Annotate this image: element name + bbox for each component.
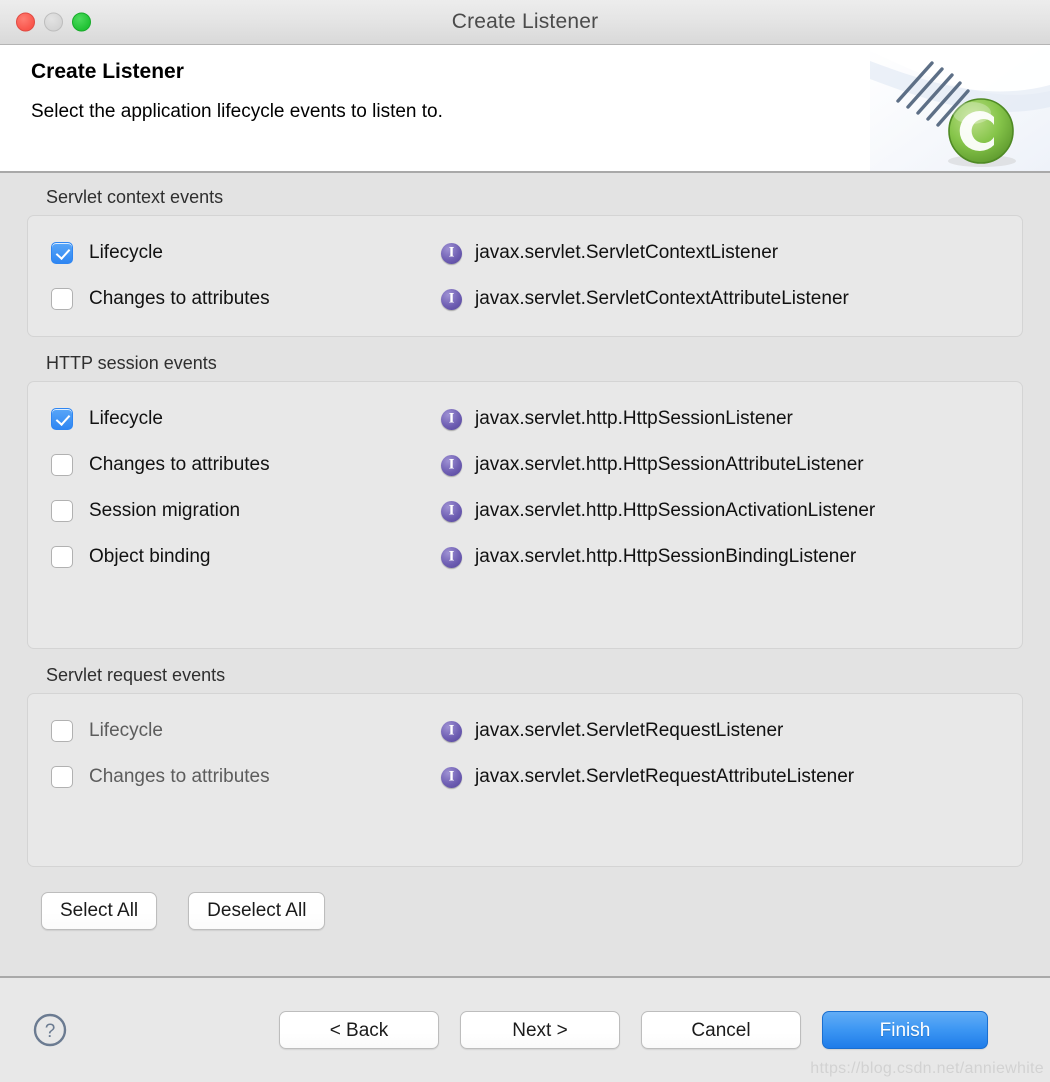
option-row[interactable]: Session migration javax.servlet.http.Htt… <box>28 488 1022 534</box>
interface-name: javax.servlet.ServletRequestListener <box>475 720 784 741</box>
group-label: Servlet context events <box>46 187 224 207</box>
option-row[interactable]: Changes to attributes javax.servlet.http… <box>28 442 1022 488</box>
interface-name: javax.servlet.http.HttpSessionListener <box>475 408 793 429</box>
window-controls <box>16 12 91 32</box>
next-button[interactable]: Next > <box>460 1011 620 1049</box>
interface-icon <box>441 288 462 310</box>
option-row[interactable]: Changes to attributes javax.servlet.Serv… <box>28 754 1022 800</box>
select-all-button[interactable]: Select All <box>41 892 158 930</box>
interface-icon <box>441 408 462 430</box>
group-panel: Lifecycle javax.servlet.ServletContextLi… <box>27 215 1023 337</box>
checkbox-lifecycle[interactable] <box>51 720 73 742</box>
checkbox-changes-to-attributes[interactable] <box>51 288 73 310</box>
help-question-icon[interactable]: ? <box>32 1012 68 1048</box>
green-c-sphere-banner-icon <box>870 45 1050 171</box>
window-title: Create Listener <box>451 10 599 33</box>
page-subtitle: Select the application lifecycle events … <box>31 101 443 122</box>
interface-icon <box>441 546 462 568</box>
interface-icon <box>441 766 462 788</box>
interface-name: javax.servlet.http.HttpSessionActivation… <box>475 500 876 521</box>
maximize-button[interactable] <box>72 12 91 32</box>
svg-text:?: ? <box>45 1021 56 1042</box>
option-label: Changes to attributes <box>89 288 270 309</box>
option-label: Lifecycle <box>89 720 163 741</box>
group-label: Servlet request events <box>46 665 226 685</box>
close-button[interactable] <box>16 12 35 32</box>
group-servlet-request-events: Servlet request events Lifecycle javax.s… <box>0 665 1050 867</box>
checkbox-lifecycle[interactable] <box>51 408 73 430</box>
checkbox-lifecycle[interactable] <box>51 242 73 264</box>
option-row[interactable]: Lifecycle javax.servlet.http.HttpSession… <box>28 396 1022 442</box>
option-label: Changes to attributes <box>89 766 270 787</box>
interface-name: javax.servlet.http.HttpSessionBindingLis… <box>475 546 857 567</box>
finish-button[interactable]: Finish <box>822 1011 988 1049</box>
option-label: Lifecycle <box>89 242 163 263</box>
group-panel: Lifecycle javax.servlet.ServletRequestLi… <box>27 693 1023 867</box>
interface-name: javax.servlet.ServletRequestAttributeLis… <box>475 766 855 787</box>
option-row[interactable]: Changes to attributes javax.servlet.Serv… <box>28 276 1022 322</box>
window-titlebar: Create Listener <box>0 0 1050 45</box>
wizard-footer: ? < Back Next > Cancel Finish https://bl… <box>0 976 1050 1082</box>
interface-icon <box>441 454 462 476</box>
interface-name: javax.servlet.ServletContextAttributeLis… <box>475 288 849 309</box>
option-label: Lifecycle <box>89 408 163 429</box>
option-row[interactable]: Object binding javax.servlet.http.HttpSe… <box>28 534 1022 580</box>
wizard-header: Create Listener Select the application l… <box>0 45 1050 173</box>
group-servlet-context-events: Servlet context events Lifecycle javax.s… <box>0 187 1050 337</box>
page-title: Create Listener <box>31 60 184 83</box>
footer-button-bar: < Back Next > Cancel Finish <box>279 1011 1028 1049</box>
checkbox-changes-to-attributes[interactable] <box>51 454 73 476</box>
minimize-button[interactable] <box>44 12 63 32</box>
back-button[interactable]: < Back <box>279 1011 439 1049</box>
group-http-session-events: HTTP session events Lifecycle javax.serv… <box>0 353 1050 649</box>
selection-button-bar: Select All Deselect All <box>0 867 1050 930</box>
option-row[interactable]: Lifecycle javax.servlet.ServletRequestLi… <box>28 708 1022 754</box>
group-label: HTTP session events <box>46 353 217 373</box>
interface-icon <box>441 242 462 264</box>
create-listener-dialog: Create Listener Create Listener Select t… <box>0 0 1050 1082</box>
interface-name: javax.servlet.ServletContextListener <box>475 242 779 263</box>
option-label: Object binding <box>89 546 211 567</box>
option-label: Session migration <box>89 500 241 521</box>
group-panel: Lifecycle javax.servlet.http.HttpSession… <box>27 381 1023 649</box>
cancel-button[interactable]: Cancel <box>641 1011 801 1049</box>
listener-options-content: Servlet context events Lifecycle javax.s… <box>0 173 1050 976</box>
deselect-all-button[interactable]: Deselect All <box>188 892 326 930</box>
interface-name: javax.servlet.http.HttpSessionAttributeL… <box>475 454 864 475</box>
option-label: Changes to attributes <box>89 454 270 475</box>
interface-icon <box>441 720 462 742</box>
watermark: https://blog.csdn.net/anniewhite <box>810 1060 1044 1077</box>
checkbox-session-migration[interactable] <box>51 500 73 522</box>
checkbox-changes-to-attributes[interactable] <box>51 766 73 788</box>
interface-icon <box>441 500 462 522</box>
checkbox-object-binding[interactable] <box>51 546 73 568</box>
option-row[interactable]: Lifecycle javax.servlet.ServletContextLi… <box>28 230 1022 276</box>
